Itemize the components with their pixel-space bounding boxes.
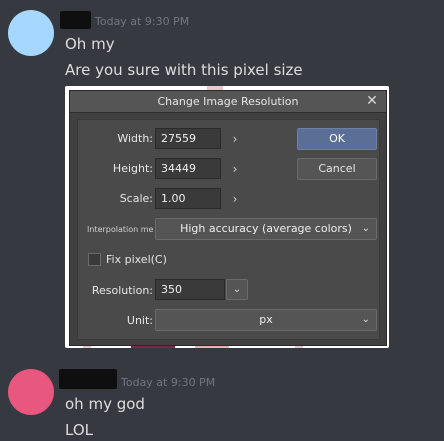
fix-pixel-label[interactable]: Fix pixel(C) xyxy=(106,253,167,266)
message-timestamp: Today at 9:30 PM xyxy=(95,15,190,28)
width-input[interactable]: 27559 xyxy=(155,128,221,149)
message-text: Oh my xyxy=(65,35,115,53)
user-avatar[interactable] xyxy=(8,10,54,56)
height-input[interactable]: 34449 xyxy=(155,158,221,179)
dialog-titlebar[interactable]: Change Image Resolution ✕ xyxy=(70,91,386,113)
user-avatar[interactable] xyxy=(8,369,54,415)
message-text: LOL xyxy=(65,421,93,439)
scale-label: Scale: xyxy=(119,192,153,205)
close-icon[interactable]: ✕ xyxy=(364,92,380,110)
scale-input[interactable]: 1.00 xyxy=(155,188,221,209)
redacted-username xyxy=(59,369,117,389)
resolution-label: Resolution: xyxy=(91,284,153,297)
unit-label: Unit: xyxy=(126,314,153,327)
interpolation-label: Interpolation meth xyxy=(87,225,153,234)
redacted-username xyxy=(60,11,91,29)
scale-arrow-icon[interactable]: › xyxy=(230,192,240,206)
fix-pixel-checkbox[interactable] xyxy=(88,253,101,266)
dialog-body: Width: 27559 › Height: 34449 › Scale: 1.… xyxy=(77,119,380,340)
cancel-button[interactable]: Cancel xyxy=(297,158,377,180)
height-label: Height: xyxy=(112,162,153,175)
image-attachment[interactable]: Change Image Resolution ✕ Width: 27559 ›… xyxy=(65,86,389,348)
resolution-dropdown-button[interactable]: ⌄ xyxy=(226,279,248,300)
unit-value: px xyxy=(259,313,273,326)
interpolation-select[interactable]: High accuracy (average colors) ⌄ xyxy=(155,218,377,240)
height-link-arrow-icon[interactable]: › xyxy=(230,162,240,176)
unit-select[interactable]: px ⌄ xyxy=(155,309,377,331)
message-timestamp: Today at 9:30 PM xyxy=(121,376,216,389)
interpolation-value: High accuracy (average colors) xyxy=(180,222,352,235)
resolution-input[interactable]: 350 xyxy=(155,279,225,300)
chevron-down-icon: ⌄ xyxy=(232,284,242,295)
ok-button[interactable]: OK xyxy=(297,128,377,150)
change-resolution-dialog: Change Image Resolution ✕ Width: 27559 ›… xyxy=(69,90,387,346)
message-text: Are you sure with this pixel size xyxy=(65,61,303,79)
dialog-title: Change Image Resolution xyxy=(157,95,299,108)
message-text: oh my god xyxy=(65,395,145,413)
width-label: Width: xyxy=(117,132,153,145)
chevron-down-icon: ⌄ xyxy=(361,223,370,234)
chevron-down-icon: ⌄ xyxy=(361,314,370,325)
width-link-arrow-icon[interactable]: › xyxy=(230,132,240,146)
